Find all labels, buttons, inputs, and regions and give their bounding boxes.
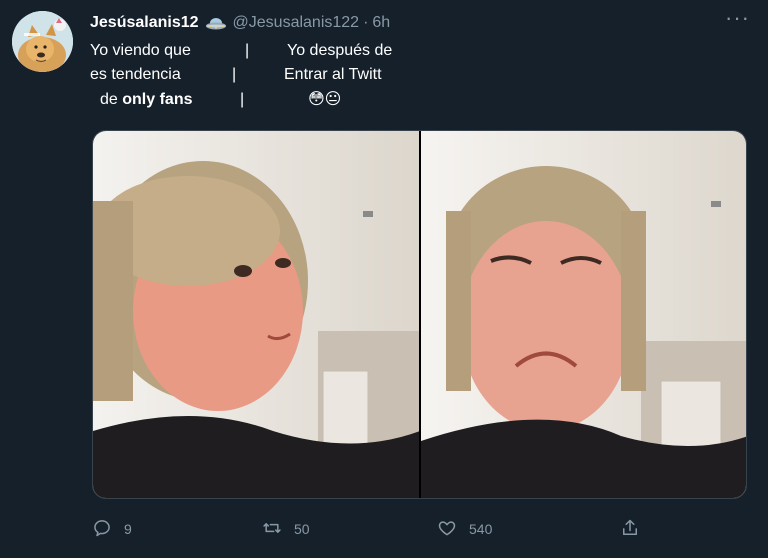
reply-icon	[92, 518, 112, 541]
ufo-badge-icon	[205, 14, 227, 32]
text-divider-2: |	[232, 66, 237, 83]
share-icon	[620, 518, 640, 541]
retweet-button[interactable]: 50	[262, 514, 310, 544]
text-right-line-1: Yo después de	[287, 42, 393, 59]
text-right-line-2: Entrar al Twitt	[284, 66, 382, 83]
text-left-line-1: Yo viendo que	[90, 42, 191, 59]
avatar[interactable]	[12, 11, 73, 72]
retweet-icon	[262, 518, 282, 541]
text-left-line-3: de only fans	[100, 89, 192, 111]
text-emoji-line: 😳😐	[308, 91, 342, 108]
tweet-card[interactable]: Jesúsalanis12 @Jesusalanis122 · 6h ··· Y…	[0, 0, 768, 558]
text-divider-3: |	[240, 91, 245, 108]
separator-dot: ·	[363, 14, 369, 31]
text-left-line-3-prefix: de	[100, 91, 123, 108]
text-left-line-3-bold: only fans	[122, 91, 193, 108]
like-count: 540	[469, 521, 493, 537]
text-divider-1: |	[245, 42, 250, 59]
display-name[interactable]: Jesúsalanis12	[90, 14, 199, 32]
tweet-media[interactable]	[92, 130, 747, 499]
user-handle[interactable]: @Jesusalanis122	[233, 14, 360, 32]
tweet-text: Yo viendo que | Yo después de es tendenc…	[90, 40, 490, 120]
media-image-left[interactable]	[93, 131, 419, 498]
retweet-count: 50	[294, 521, 310, 537]
tweet-header: Jesúsalanis12 @Jesusalanis122 · 6h	[90, 11, 390, 35]
reply-button[interactable]: 9	[92, 514, 132, 544]
timestamp[interactable]: 6h	[372, 14, 390, 32]
tweet-actions: 9 50 540	[92, 514, 652, 544]
heart-icon	[437, 518, 457, 541]
like-button[interactable]: 540	[437, 514, 492, 544]
more-dots-icon[interactable]: ···	[725, 7, 750, 29]
media-image-right[interactable]	[420, 131, 746, 498]
text-left-line-2: es tendencia	[90, 66, 181, 83]
share-button[interactable]	[620, 514, 640, 544]
reply-count: 9	[124, 521, 132, 537]
doge-avatar-image	[12, 11, 73, 72]
